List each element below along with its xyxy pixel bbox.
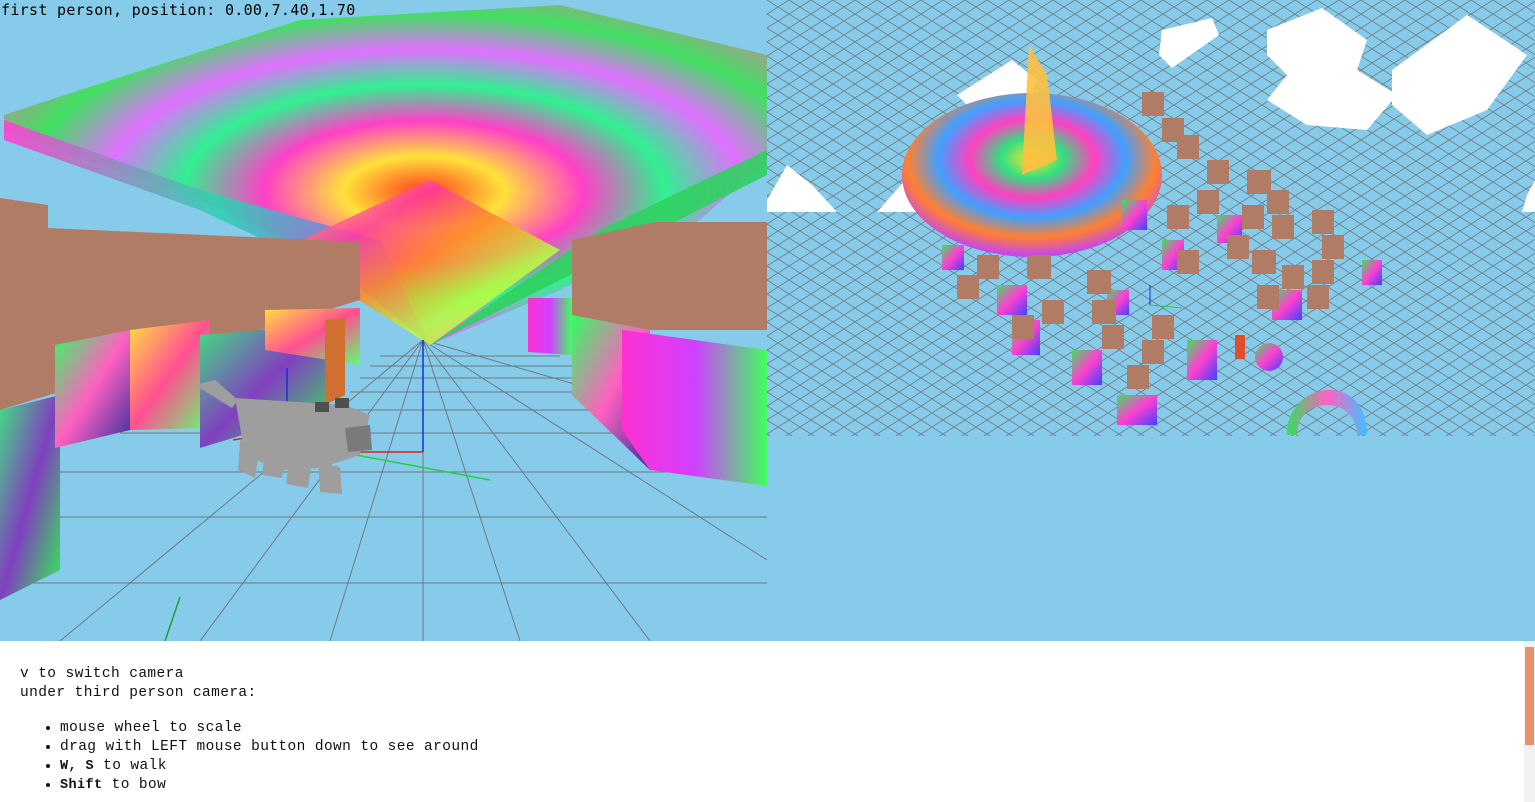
character-figure xyxy=(1235,335,1245,359)
building-left-front xyxy=(0,395,60,600)
building-right-top xyxy=(572,222,767,330)
box-right-1 xyxy=(528,298,572,355)
list-item-text: to walk xyxy=(94,758,167,774)
list-item-text: mouse wheel to scale xyxy=(60,720,243,736)
sphere-object xyxy=(1255,343,1283,371)
first-person-scene xyxy=(0,5,767,641)
axis-y-foreground xyxy=(164,596,181,641)
list-item: mouse wheel to scale xyxy=(60,719,479,738)
camera-status-text: first person, position: 0.00,7.40,1.70 xyxy=(1,1,356,19)
list-item-text: drag with LEFT mouse button down to see … xyxy=(60,739,479,755)
box-left-2 xyxy=(130,320,210,430)
key-name: Shift xyxy=(60,778,103,793)
instructions-panel: v to switch camera under third person ca… xyxy=(0,641,1524,802)
key-name: W, S xyxy=(60,759,95,774)
list-item: W, S to walk xyxy=(60,757,479,776)
controls-list: mouse wheel to scale drag with LEFT mous… xyxy=(40,719,479,795)
list-item: Shift to bow xyxy=(60,776,479,795)
box-left-1 xyxy=(55,330,130,448)
page-scrollbar[interactable] xyxy=(1524,641,1535,802)
third-person-viewport[interactable] xyxy=(767,0,1535,641)
third-person-scene xyxy=(767,0,1535,436)
first-person-viewport[interactable]: first person, position: 0.00,7.40,1.70 xyxy=(0,0,767,641)
scrollbar-thumb[interactable] xyxy=(1525,647,1534,745)
list-item-text: to bow xyxy=(102,777,167,793)
switch-camera-hint: v to switch camera xyxy=(20,666,184,682)
axis-y xyxy=(339,451,491,481)
box-left-5 xyxy=(325,318,345,405)
list-item: drag with LEFT mouse button down to see … xyxy=(60,738,479,757)
third-person-header: under third person camera: xyxy=(20,685,257,701)
